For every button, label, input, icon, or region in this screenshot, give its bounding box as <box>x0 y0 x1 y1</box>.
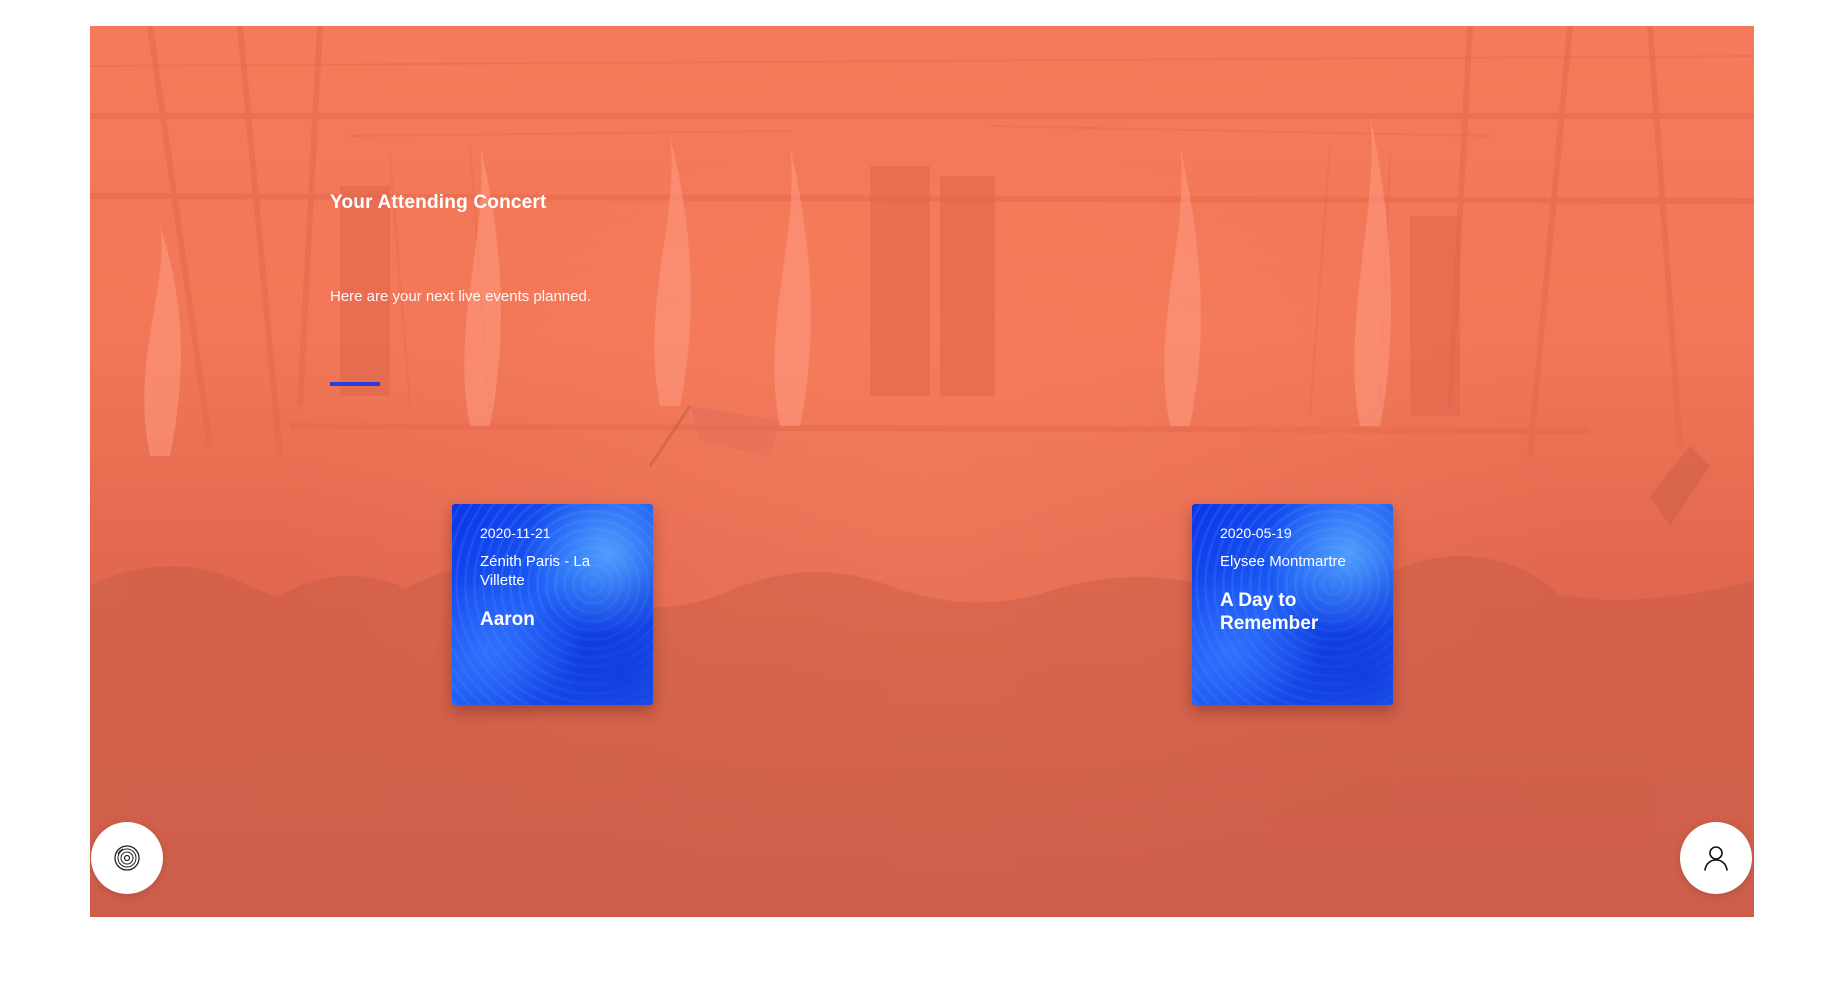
music-library-button[interactable] <box>91 822 163 894</box>
accent-divider <box>330 382 380 386</box>
page-title: Your Attending Concert <box>330 192 547 213</box>
event-venue: Elysee Montmartre <box>1220 553 1346 570</box>
event-card[interactable]: 2020-05-19 Elysee Montmartre A Day to Re… <box>1192 504 1393 705</box>
event-artist: A Day to Remember <box>1220 590 1319 634</box>
user-profile-icon <box>1704 846 1728 871</box>
vinyl-record-icon <box>114 845 140 871</box>
concert-background-image <box>90 26 1754 917</box>
event-venue: Zénith Paris - La Villette <box>480 553 591 589</box>
page-subtitle: Here are your next live events planned. <box>330 288 591 305</box>
event-date: 2020-05-19 <box>1220 525 1292 541</box>
event-artist: Aaron <box>480 609 535 630</box>
user-profile-button[interactable] <box>1680 822 1752 894</box>
hero-banner: Your Attending Concert Here are your nex… <box>90 26 1754 917</box>
event-date: 2020-11-21 <box>480 525 551 541</box>
event-card[interactable]: 2020-11-21 Zénith Paris - La Villette Aa… <box>452 504 653 705</box>
